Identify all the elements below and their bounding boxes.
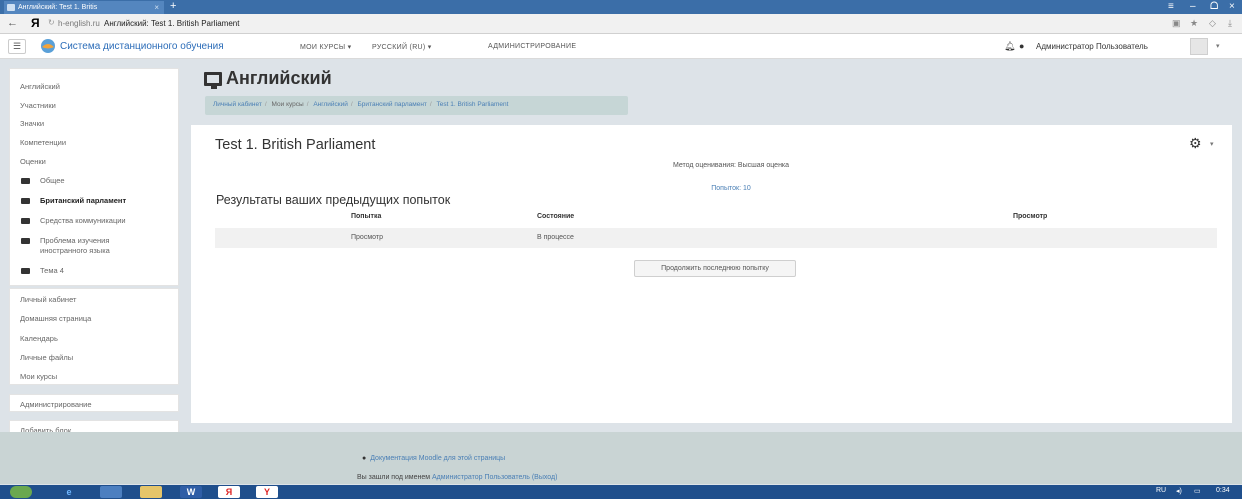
browser-tab-strip: Английский: Test 1. Britis × + ≡ – ᗝ × [0,0,1242,14]
admin-panel: Администрирование [9,394,179,412]
user-name[interactable]: Администратор Пользователь [1036,42,1148,51]
hamburger-icon[interactable]: ☰ [8,39,26,54]
avatar[interactable] [1190,38,1208,55]
volume-icon[interactable]: ◂) [1176,487,1182,495]
chevron-down-icon[interactable]: ▾ [1216,42,1220,50]
sidebar-item-participants[interactable]: Участники [20,101,56,110]
yandex-taskbar-icon[interactable]: Y [256,486,278,498]
tray-clock[interactable]: 0:34 [1216,487,1230,494]
word-icon[interactable]: W [180,486,202,498]
table-header-attempt: Попытка [351,213,382,220]
sidebar-item-competencies[interactable]: Компетенции [20,138,66,147]
sidebar-item-badges[interactable]: Значки [20,119,44,128]
favicon-icon [7,4,15,11]
new-tab-button[interactable]: + [170,0,176,13]
reader-icon[interactable]: ▣ [1172,18,1181,29]
media-icon[interactable] [100,486,122,498]
sidebar-item-home[interactable]: Домашняя страница [20,314,91,323]
reload-icon[interactable]: ↻ [48,18,55,27]
continue-attempt-button[interactable]: Продолжить последнюю попытку [634,260,796,277]
quiz-title: Test 1. British Parliament [215,137,376,153]
tab-close-icon[interactable]: × [154,1,159,14]
sidebar-section-language-problem[interactable]: Проблема изучения [40,236,109,245]
breadcrumb-course[interactable]: Английский [313,101,348,108]
sidebar-section-communication[interactable]: Средства коммуникации [40,216,126,225]
sidebar-item-my-courses[interactable]: Мои курсы [20,372,57,381]
sidebar-item-private-files[interactable]: Личные файлы [20,353,73,362]
sidebar-section-topic4[interactable]: Тема 4 [40,266,64,275]
browser-taskbar-icon[interactable]: Я [218,486,240,498]
sidebar-section-language-problem-line2[interactable]: иностранного языка [40,246,110,255]
sidebar-section-parliament[interactable]: Британский парламент [40,196,126,205]
desktop-icon [204,72,222,89]
table-header-review: Просмотр [1013,213,1048,220]
nav-my-courses[interactable]: МОИ КУРСЫ ▾ [300,43,351,51]
browser-tab[interactable]: Английский: Test 1. Britis × [4,1,164,14]
minimize-icon[interactable]: – [1190,1,1196,13]
download-icon[interactable]: ⤓ [1228,18,1232,29]
table-cell-state: В процессе [537,234,574,241]
folder-icon [21,238,30,244]
table-header-state: Состояние [537,213,575,220]
site-logo-icon [41,39,55,53]
login-info: Вы зашли под именем Администратор Пользо… [357,474,558,481]
sidebar-item-calendar[interactable]: Календарь [20,334,58,343]
protect-icon[interactable]: ◇ [1209,18,1216,29]
address-domain[interactable]: h-english.ru [58,19,100,28]
sidebar-section-general[interactable]: Общее [40,176,65,185]
moodle-docs-link[interactable]: ● Документация Moodle для этой страницы [362,455,505,462]
tray-language[interactable]: RU [1156,487,1166,494]
table-cell-attempt: Просмотр [351,234,383,241]
breadcrumb-my-courses[interactable]: Мои курсы [272,101,304,108]
grading-method: Метод оценивания: Высшая оценка [672,162,790,169]
breadcrumb-dashboard[interactable]: Личный кабинет [213,101,262,108]
chevron-down-icon[interactable]: ▾ [1210,140,1214,148]
menu-icon[interactable]: ≡ [1168,1,1174,13]
address-bar: ← Я ↻ h-english.ru Английский: Test 1. B… [0,14,1242,34]
start-icon[interactable] [10,486,32,498]
messages-icon[interactable]: ● [1019,41,1024,51]
browser-logo[interactable]: Я [31,16,40,30]
network-icon[interactable]: ▭ [1194,487,1201,495]
ie-icon[interactable]: e [58,486,80,498]
breadcrumb: Личный кабинет / Мои курсы / Английский / Б… [205,96,628,115]
folder-icon[interactable] [140,486,162,498]
folder-icon [21,178,30,184]
gear-icon[interactable]: ⚙ [1189,135,1202,152]
login-user-link[interactable]: Администратор Пользователь [432,474,530,481]
site-name[interactable]: Система дистанционного обучения [60,41,224,52]
info-icon: ● [362,455,367,462]
maximize-icon[interactable]: ᗝ [1210,1,1218,13]
os-taskbar: e W Я Y RU ◂) ▭ 0:34 [0,485,1242,499]
address-page-title[interactable]: Английский: Test 1. British Parliament [104,19,239,28]
page-footer [0,432,1242,484]
browser-tab-title: Английский: Test 1. Britis [18,4,98,11]
sidebar-item-dashboard[interactable]: Личный кабинет [20,295,76,304]
back-icon[interactable]: ← [7,17,18,29]
folder-icon [21,198,30,204]
sidebar-item-course[interactable]: Английский [20,82,60,91]
site-nav-panel: Личный кабинет Домашняя страница Календа… [9,288,179,385]
breadcrumb-section[interactable]: Британский парламент [358,101,427,108]
close-window-icon[interactable]: × [1229,1,1235,13]
nav-language[interactable]: РУССКИЙ (RU) ▾ [372,43,432,51]
folder-icon [21,218,30,224]
logout-link[interactable]: (Выход) [532,474,558,481]
attempts-allowed: Попыток: 10 [711,185,751,192]
notifications-icon[interactable]: 🔔︎ [1004,41,1015,52]
course-nav-panel: Английский Участники Значки Компетенции … [9,68,179,286]
results-heading: Результаты ваших предыдущих попыток [216,193,451,207]
site-navbar: ☰ Система дистанционного обучения МОИ КУ… [0,34,1242,59]
sidebar-item-administration[interactable]: Администрирование [20,400,92,409]
folder-icon [21,268,30,274]
sidebar-item-grades[interactable]: Оценки [20,157,46,166]
breadcrumb-quiz[interactable]: Test 1. British Parliament [437,101,509,108]
nav-administration[interactable]: АДМИНИСТРИРОВАНИЕ [488,43,576,50]
bookmark-icon[interactable]: ★ [1190,18,1198,29]
page-title: Английский [226,68,332,88]
